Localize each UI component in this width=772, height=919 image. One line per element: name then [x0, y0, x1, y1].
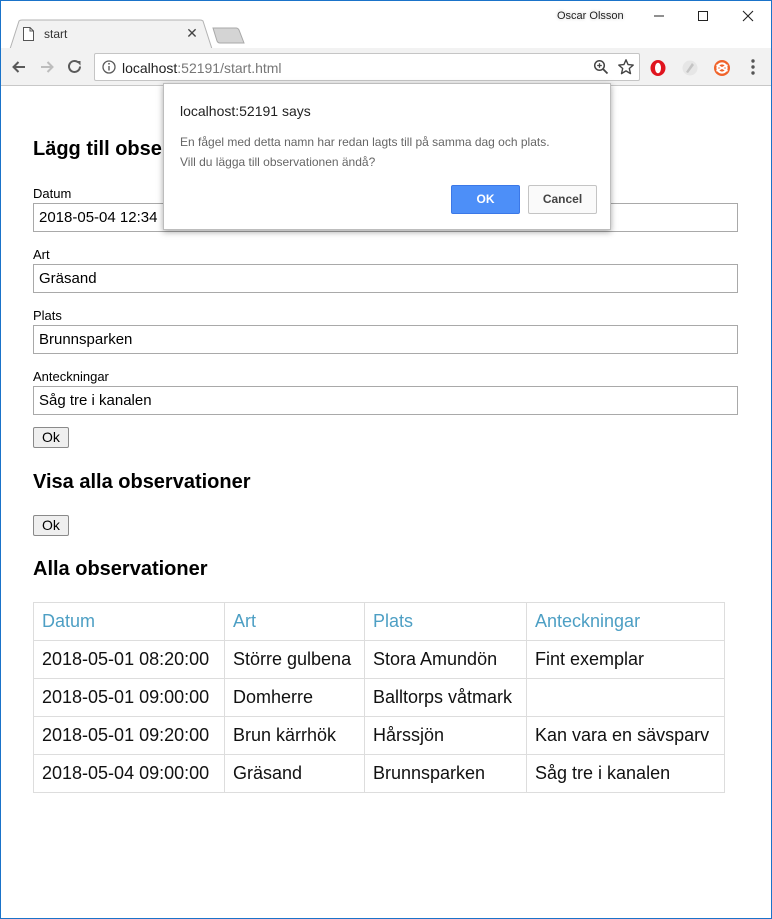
tab-close-icon[interactable]: ✕	[185, 25, 199, 41]
table-cell: Kan vara en sävsparv	[526, 716, 725, 755]
alert-dialog: localhost:52191 says En fågel med detta …	[163, 83, 611, 230]
browser-window: start ✕ Oscar Olsson localhost:52191/sta…	[0, 0, 772, 919]
column-header: Datum	[33, 602, 225, 641]
place-input[interactable]: Brunnsparken	[33, 325, 738, 354]
url-host: localhost	[122, 60, 178, 76]
column-header: Anteckningar	[526, 602, 725, 641]
table-row: 2018-05-01 09:00:00 Domherre Balltorps v…	[33, 678, 725, 717]
observations-table: Datum Art Plats Anteckningar 2018-05-01 …	[33, 602, 725, 793]
column-header: Plats	[364, 602, 527, 641]
place-label: Plats	[33, 308, 62, 323]
back-icon	[12, 61, 25, 73]
window-close-button[interactable]	[726, 5, 770, 27]
menu-dots-icon[interactable]	[747, 58, 759, 76]
table-cell: Balltorps våtmark	[364, 678, 527, 717]
table-cell: 2018-05-04 09:00:00	[33, 754, 225, 793]
table-cell: Domherre	[224, 678, 365, 717]
show-all-heading: Visa alla observationer	[33, 471, 251, 493]
add-ok-button[interactable]: Ok	[33, 427, 69, 448]
table-row: 2018-05-04 09:00:00 Gräsand Brunnsparken…	[33, 754, 725, 793]
new-tab-icon[interactable]	[212, 27, 245, 44]
reload-icon	[68, 59, 81, 73]
maximize-button[interactable]	[681, 5, 725, 27]
table-cell: Brunnsparken	[364, 754, 527, 793]
table-cell	[526, 678, 725, 717]
url-text[interactable]: localhost:52191/start.html	[122, 60, 282, 76]
tab-title: start	[44, 27, 68, 41]
url-path: :52191/start.html	[177, 60, 282, 76]
species-input[interactable]: Gräsand	[33, 264, 738, 293]
browser-toolbar: localhost:52191/start.html	[1, 48, 771, 86]
minimize-icon	[654, 15, 664, 17]
table-cell: Brun kärrhök	[224, 716, 365, 755]
show-all-ok-button[interactable]: Ok	[33, 515, 69, 536]
dialog-message-line: Vill du lägga till observationen ändå?	[180, 155, 376, 169]
table-cell: Gräsand	[224, 754, 365, 793]
dialog-ok-button[interactable]: OK	[451, 185, 520, 214]
minimize-button[interactable]	[637, 5, 681, 27]
maximize-icon	[698, 11, 708, 21]
all-observations-heading: Alla observationer	[33, 558, 208, 580]
forward-icon	[41, 61, 54, 73]
column-header: Art	[224, 602, 365, 641]
zoom-icon[interactable]	[593, 59, 609, 75]
dialog-message-line: En fågel med detta namn har redan lagts …	[180, 135, 550, 149]
title-bar: start ✕ Oscar Olsson	[1, 1, 771, 49]
dialog-title: localhost:52191 says	[180, 103, 311, 119]
extension-icon[interactable]	[681, 59, 699, 77]
table-cell: 2018-05-01 09:20:00	[33, 716, 225, 755]
date-label: Datum	[33, 186, 72, 201]
species-label: Art	[33, 247, 50, 262]
table-header-row: Datum Art Plats Anteckningar	[33, 602, 725, 641]
dialog-message: En fågel med detta namn har redan lagts …	[180, 132, 600, 172]
table-cell: 2018-05-01 09:00:00	[33, 678, 225, 717]
address-bar[interactable]: localhost:52191/start.html	[94, 53, 640, 81]
notes-input[interactable]: Såg tre i kanalen	[33, 386, 738, 415]
extension-orange-icon[interactable]	[713, 59, 731, 77]
dialog-cancel-button[interactable]: Cancel	[528, 185, 597, 214]
window-close-icon	[742, 10, 754, 22]
table-cell: Hårssjön	[364, 716, 527, 755]
table-row: 2018-05-01 09:20:00 Brun kärrhök Hårssjö…	[33, 716, 725, 755]
document-icon	[23, 27, 34, 41]
reload-button[interactable]	[65, 57, 85, 77]
star-icon[interactable]	[617, 58, 635, 76]
back-button[interactable]	[9, 57, 29, 77]
info-icon[interactable]	[102, 60, 116, 74]
forward-button[interactable]	[37, 57, 57, 77]
table-cell: 2018-05-01 08:20:00	[33, 640, 225, 679]
table-cell: Större gulbena	[224, 640, 365, 679]
opera-icon[interactable]	[649, 59, 667, 77]
table-cell: Stora Amundön	[364, 640, 527, 679]
table-cell: Fint exemplar	[526, 640, 725, 679]
notes-label: Anteckningar	[33, 369, 109, 384]
table-cell: Såg tre i kanalen	[526, 754, 725, 793]
profile-name[interactable]: Oscar Olsson	[557, 10, 624, 22]
table-row: 2018-05-01 08:20:00 Större gulbena Stora…	[33, 640, 725, 679]
